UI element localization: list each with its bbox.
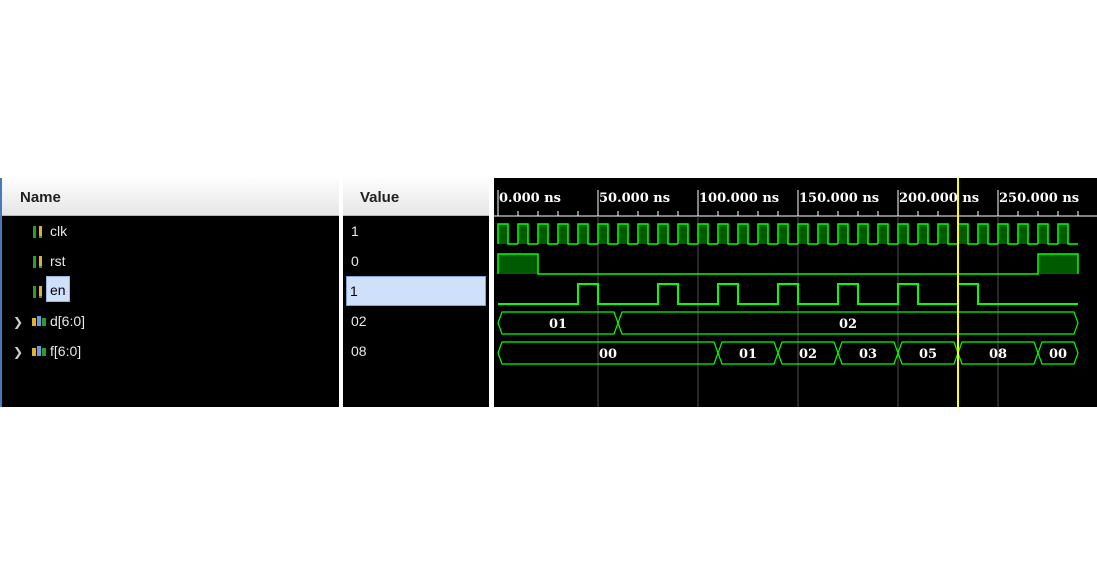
bus-icon [32, 345, 46, 363]
signal-row-rst[interactable]: rst [2, 247, 339, 277]
clk-high-pulse [698, 224, 708, 244]
value-row-clk[interactable]: 1 [343, 217, 489, 247]
clk-high-pulse [1018, 224, 1028, 244]
d-bus-value: 02 [839, 317, 857, 332]
waveform-canvas[interactable]: 0.000 ns 50.000 ns 100.000 ns 150.000 ns 200… [494, 178, 1097, 407]
clk-high-pulse [938, 224, 948, 244]
signal-name: f[6:0] [50, 343, 82, 359]
clk-high-pulse [1058, 224, 1068, 244]
signal-value: 0 [351, 253, 359, 269]
clk-high-pulse [518, 224, 528, 244]
value-row-f[interactable]: 08 [343, 337, 489, 367]
value-column-header-label: Value [360, 189, 400, 206]
value-row-rst[interactable]: 0 [343, 247, 489, 277]
time-label: 200.000 ns [899, 191, 979, 206]
time-label: 150.000 ns [799, 191, 879, 206]
f-bus-value: 02 [799, 347, 817, 362]
signal-value: 1 [350, 283, 358, 299]
value-row-d[interactable]: 02 [343, 307, 489, 337]
time-label: 250.000 ns [999, 191, 1079, 206]
signal-row-d[interactable]: ❯ d[6:0] [2, 307, 339, 337]
waveform-viewer: Name clk rst en ❯ d[6:0] ❯ f[6:0] Value 1 0 1 02 0… [0, 178, 1097, 407]
clk-high-pulse [998, 224, 1008, 244]
bit-icon [32, 225, 44, 244]
clk-high-pulse [838, 224, 848, 244]
clk-high-pulse [658, 224, 668, 244]
clk-high-pulse [618, 224, 628, 244]
signal-value: 1 [351, 223, 359, 239]
name-column-header[interactable]: Name [2, 178, 339, 216]
clk-high-pulse [638, 224, 648, 244]
waveform-panel[interactable]: 0.000 ns 50.000 ns 100.000 ns 150.000 ns 200… [494, 178, 1097, 407]
clk-high-pulse [858, 224, 868, 244]
signal-value: 08 [351, 343, 367, 359]
rst-high-pulse [498, 254, 538, 274]
clk-high-pulse [758, 224, 768, 244]
clk-high-pulse [538, 224, 548, 244]
d-bus-value: 01 [549, 317, 567, 332]
chevron-right-icon[interactable]: ❯ [13, 315, 23, 329]
clk-high-pulse [878, 224, 888, 244]
bit-icon [32, 285, 44, 304]
f-bus-value: 00 [599, 347, 617, 362]
clk-high-pulse [678, 224, 688, 244]
clk-high-pulse [958, 224, 968, 244]
clk-high-pulse [578, 224, 588, 244]
signal-row-f[interactable]: ❯ f[6:0] [2, 337, 339, 367]
chevron-right-icon[interactable]: ❯ [13, 345, 23, 359]
rst-waveform [497, 253, 1079, 275]
signal-value-panel: Value 1 0 1 02 08 [343, 178, 489, 407]
clk-high-pulse [818, 224, 828, 244]
name-column-header-label: Name [20, 189, 61, 206]
bus-icon [32, 315, 46, 333]
f-bus-value: 08 [989, 347, 1007, 362]
value-column-header[interactable]: Value [343, 178, 489, 216]
signal-name: clk [50, 223, 68, 239]
signal-row-clk[interactable]: clk [2, 217, 339, 247]
clk-high-pulse [598, 224, 608, 244]
en-waveform [498, 283, 1078, 305]
signal-row-en[interactable]: en [2, 276, 339, 307]
clk-high-pulse [918, 224, 928, 244]
signal-name: rst [50, 253, 66, 269]
clk-high-pulse [778, 224, 788, 244]
time-label: 50.000 ns [599, 191, 670, 206]
clk-high-pulse [558, 224, 568, 244]
signal-name: en [46, 276, 70, 302]
clk-high-pulse [1038, 224, 1048, 244]
time-label: 0.000 ns [499, 191, 561, 206]
clk-high-pulse [798, 224, 808, 244]
clk-high-pulse [498, 224, 508, 244]
signal-name: d[6:0] [50, 313, 86, 329]
f-bus-value: 03 [859, 347, 877, 362]
f-bus-value: 00 [1049, 347, 1067, 362]
bit-icon [32, 255, 44, 274]
rst-high-pulse [1038, 254, 1078, 274]
time-label: 100.000 ns [699, 191, 779, 206]
clk-high-pulse [738, 224, 748, 244]
signal-name-panel: Name clk rst en ❯ d[6:0] ❯ f[6:0] [0, 178, 339, 407]
value-row-en[interactable]: 1 [346, 276, 486, 306]
clk-high-pulse [718, 224, 728, 244]
signal-value: 02 [351, 313, 367, 329]
clk-high-pulse [898, 224, 908, 244]
f-bus-value: 05 [919, 347, 937, 362]
clk-high-pulse [978, 224, 988, 244]
f-bus-value: 01 [739, 347, 757, 362]
